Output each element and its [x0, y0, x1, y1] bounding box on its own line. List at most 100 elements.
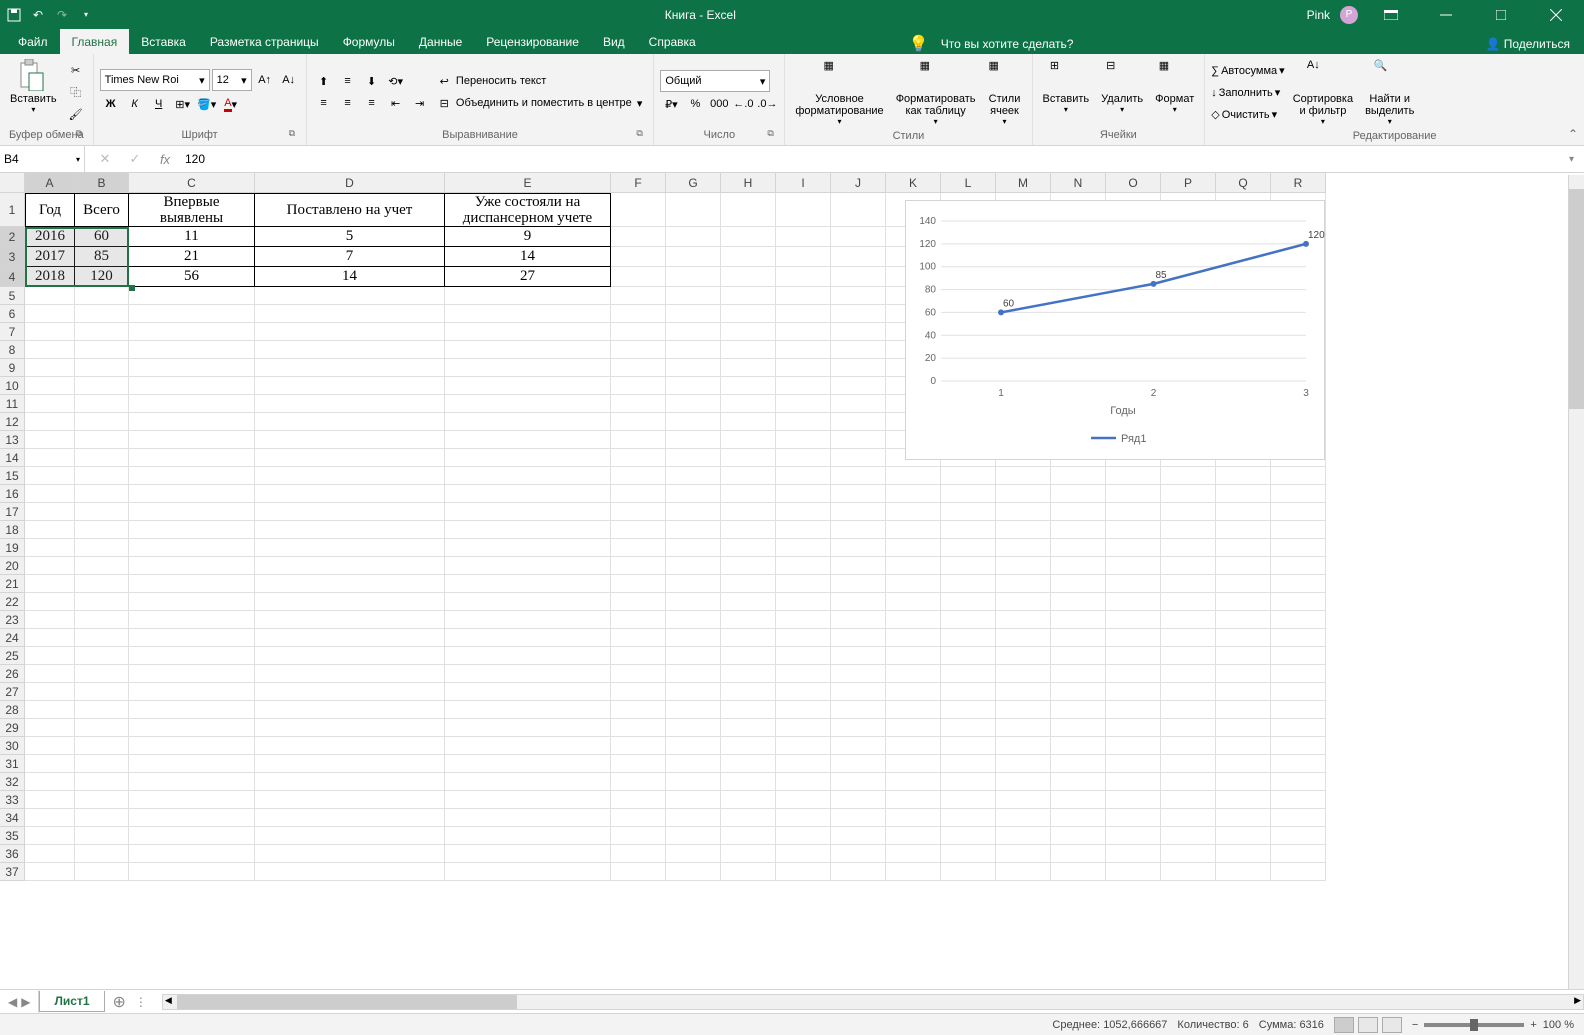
- cell[interactable]: [1216, 629, 1271, 647]
- delete-cells-button[interactable]: ⊟Удалить▾: [1097, 57, 1147, 127]
- cell[interactable]: [721, 773, 776, 791]
- cell[interactable]: [129, 611, 255, 629]
- cell[interactable]: [666, 227, 721, 247]
- cell[interactable]: [666, 773, 721, 791]
- cell[interactable]: [1106, 737, 1161, 755]
- cell[interactable]: [831, 503, 886, 521]
- user-name[interactable]: Pink: [1307, 8, 1330, 22]
- border-icon[interactable]: ⊞▾: [172, 94, 194, 114]
- cell[interactable]: [1271, 845, 1326, 863]
- cell[interactable]: [129, 701, 255, 719]
- cell[interactable]: [611, 323, 666, 341]
- cell[interactable]: [1161, 629, 1216, 647]
- page-break-view-icon[interactable]: [1382, 1017, 1402, 1033]
- cell[interactable]: [831, 323, 886, 341]
- cell[interactable]: [1161, 845, 1216, 863]
- minimize-icon[interactable]: [1423, 0, 1468, 29]
- cell[interactable]: [25, 575, 75, 593]
- cell[interactable]: [1161, 593, 1216, 611]
- cell[interactable]: [886, 647, 941, 665]
- cell[interactable]: [1051, 773, 1106, 791]
- cell[interactable]: [445, 503, 611, 521]
- cell[interactable]: [776, 431, 831, 449]
- cell[interactable]: [1161, 485, 1216, 503]
- cell[interactable]: [666, 193, 721, 227]
- cell[interactable]: [1216, 863, 1271, 881]
- cell[interactable]: [1051, 485, 1106, 503]
- cell[interactable]: [75, 863, 129, 881]
- cell[interactable]: [75, 557, 129, 575]
- cell[interactable]: [886, 791, 941, 809]
- cell[interactable]: [721, 377, 776, 395]
- cell[interactable]: [831, 593, 886, 611]
- clear-button[interactable]: ◇ Очистить ▾: [1211, 105, 1284, 125]
- cell[interactable]: [996, 773, 1051, 791]
- col-header-K[interactable]: K: [886, 173, 941, 193]
- cell[interactable]: [666, 503, 721, 521]
- cell[interactable]: [1106, 611, 1161, 629]
- align-bottom-icon[interactable]: ⬇: [361, 71, 383, 91]
- col-header-C[interactable]: C: [129, 173, 255, 193]
- cell[interactable]: [886, 863, 941, 881]
- cell[interactable]: [1051, 503, 1106, 521]
- cell[interactable]: [886, 773, 941, 791]
- cell[interactable]: [996, 791, 1051, 809]
- increase-indent-icon[interactable]: ⇥: [409, 93, 431, 113]
- row-header-18[interactable]: 18: [0, 521, 25, 539]
- cell[interactable]: [25, 773, 75, 791]
- cell[interactable]: Всего: [75, 193, 129, 227]
- cell[interactable]: [886, 845, 941, 863]
- cancel-icon[interactable]: ✕: [95, 151, 115, 167]
- cell[interactable]: [996, 521, 1051, 539]
- cut-icon[interactable]: ✂: [65, 60, 87, 80]
- cell[interactable]: [666, 247, 721, 267]
- cell[interactable]: [1216, 593, 1271, 611]
- cell[interactable]: [886, 503, 941, 521]
- maximize-icon[interactable]: [1478, 0, 1523, 29]
- cell[interactable]: [831, 395, 886, 413]
- cell[interactable]: [1051, 575, 1106, 593]
- cell[interactable]: [941, 485, 996, 503]
- cell[interactable]: [75, 737, 129, 755]
- cell[interactable]: [1216, 755, 1271, 773]
- col-header-A[interactable]: A: [25, 173, 75, 193]
- cell[interactable]: [445, 431, 611, 449]
- cell[interactable]: [25, 485, 75, 503]
- cell[interactable]: [831, 719, 886, 737]
- cell[interactable]: [666, 809, 721, 827]
- cell[interactable]: [255, 845, 445, 863]
- cell[interactable]: [886, 611, 941, 629]
- cell[interactable]: [666, 791, 721, 809]
- cell[interactable]: [255, 305, 445, 323]
- cell[interactable]: [831, 755, 886, 773]
- cell[interactable]: [255, 539, 445, 557]
- cell[interactable]: [611, 773, 666, 791]
- cell[interactable]: [1051, 809, 1106, 827]
- row-header-1[interactable]: 1: [0, 193, 25, 227]
- cell[interactable]: [445, 629, 611, 647]
- cell[interactable]: [1161, 809, 1216, 827]
- cell[interactable]: [721, 647, 776, 665]
- cell[interactable]: [941, 539, 996, 557]
- cell[interactable]: [1271, 557, 1326, 575]
- enter-icon[interactable]: ✓: [125, 151, 145, 167]
- comma-icon[interactable]: 000: [708, 94, 730, 114]
- row-header-14[interactable]: 14: [0, 449, 25, 467]
- cell[interactable]: [666, 629, 721, 647]
- cell[interactable]: [1271, 701, 1326, 719]
- cell[interactable]: [129, 827, 255, 845]
- cell[interactable]: [721, 575, 776, 593]
- cell[interactable]: [941, 737, 996, 755]
- cell[interactable]: [721, 359, 776, 377]
- cell[interactable]: [886, 809, 941, 827]
- cell[interactable]: [1051, 791, 1106, 809]
- cell[interactable]: [996, 809, 1051, 827]
- cell[interactable]: [1161, 521, 1216, 539]
- cell[interactable]: [445, 305, 611, 323]
- qat-customize-icon[interactable]: ▾: [78, 7, 94, 23]
- tab-рецензирование[interactable]: Рецензирование: [474, 29, 591, 54]
- cell[interactable]: [1271, 503, 1326, 521]
- cell[interactable]: [1216, 647, 1271, 665]
- row-header-7[interactable]: 7: [0, 323, 25, 341]
- cell[interactable]: [886, 521, 941, 539]
